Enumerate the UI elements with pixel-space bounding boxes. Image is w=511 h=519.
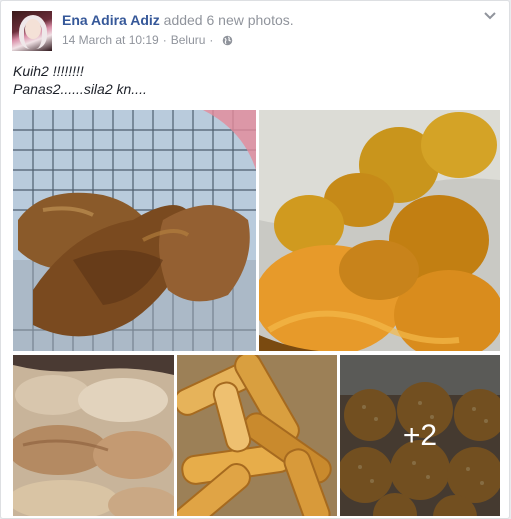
photo-1[interactable] (13, 110, 256, 351)
caption-line: Panas2......sila2 kn.... (13, 81, 147, 97)
photo-4[interactable] (177, 355, 337, 516)
post-header: Ena Adira Adiz added 6 new photos. (62, 12, 294, 28)
globe-icon[interactable] (222, 35, 233, 46)
meta-separator: · (209, 33, 214, 47)
meta-separator: · (162, 33, 167, 47)
author-name[interactable]: Ena Adira Adiz (62, 12, 160, 28)
post-caption: Kuih2 !!!!!!!! Panas2......sila2 kn.... (13, 62, 147, 98)
more-photos-count: +2 (402, 418, 438, 452)
post-meta: 14 March at 10:19 · Beluru · (62, 33, 233, 47)
chevron-down-icon[interactable] (483, 11, 497, 21)
photo-2[interactable] (259, 110, 500, 351)
post-card: Ena Adira Adiz added 6 new photos. 14 Ma… (0, 0, 510, 519)
more-photos-overlay[interactable]: +2 (340, 355, 500, 516)
avatar[interactable] (12, 11, 52, 51)
caption-line: Kuih2 !!!!!!!! (13, 63, 84, 79)
post-timestamp[interactable]: 14 March at 10:19 (62, 33, 159, 47)
post-location[interactable]: Beluru (171, 33, 206, 47)
photo-3[interactable] (13, 355, 174, 516)
post-action: added 6 new photos. (163, 12, 294, 28)
photo-5[interactable]: +2 (340, 355, 500, 516)
